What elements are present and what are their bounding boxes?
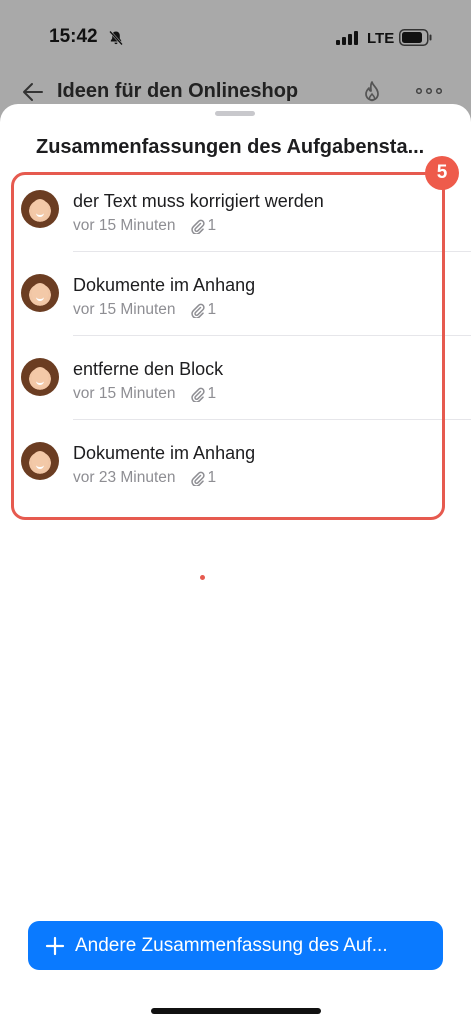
item-time: vor 15 Minuten bbox=[73, 385, 176, 402]
paperclip-icon bbox=[190, 387, 205, 402]
item-title: der Text muss korrigiert werden bbox=[73, 191, 324, 211]
bottom-sheet: Zusammenfassungen des Aufgabensta... der… bbox=[0, 104, 471, 1024]
flame-icon[interactable] bbox=[361, 80, 383, 104]
home-indicator[interactable] bbox=[151, 1008, 321, 1014]
avatar bbox=[21, 442, 59, 480]
item-time: vor 15 Minuten bbox=[73, 301, 176, 318]
avatar bbox=[21, 358, 59, 396]
item-time: vor 23 Minuten bbox=[73, 469, 176, 486]
sheet-title: Zusammenfassungen des Aufgabensta... bbox=[36, 136, 425, 158]
status-bar: 15:42 LTE bbox=[0, 0, 471, 70]
paperclip-icon bbox=[190, 471, 205, 486]
paperclip-icon bbox=[190, 303, 205, 318]
summary-list: der Text muss korrigiert werden vor 15 M… bbox=[0, 168, 471, 504]
sheet-grabber[interactable] bbox=[215, 111, 255, 116]
status-time: 15:42 bbox=[49, 26, 98, 47]
indicator-dot bbox=[200, 575, 205, 580]
item-title: Dokumente im Anhang bbox=[73, 275, 256, 295]
bell-slash-icon bbox=[109, 30, 123, 46]
item-meta: vor 15 Minuten 1 bbox=[73, 385, 216, 403]
avatar bbox=[21, 274, 59, 312]
battery-icon bbox=[399, 29, 432, 46]
item-meta: vor 23 Minuten 1 bbox=[73, 469, 216, 487]
item-time: vor 15 Minuten bbox=[73, 217, 176, 234]
item-meta: vor 15 Minuten 1 bbox=[73, 301, 216, 319]
item-meta: vor 15 Minuten 1 bbox=[73, 217, 216, 235]
signal-icon bbox=[336, 31, 358, 45]
item-title: entferne den Block bbox=[73, 359, 224, 379]
add-other-summary-button[interactable]: Andere Zusammenfassung des Auf... bbox=[28, 921, 443, 970]
list-item[interactable]: entferne den Block vor 15 Minuten 1 bbox=[0, 336, 471, 420]
list-item[interactable]: Dokumente im Anhang vor 15 Minuten 1 bbox=[0, 252, 471, 336]
item-attachments: 1 bbox=[207, 469, 217, 486]
item-attachments: 1 bbox=[207, 385, 217, 402]
list-item[interactable]: Dokumente im Anhang vor 23 Minuten 1 bbox=[0, 420, 471, 504]
page-title: Ideen für den Onlineshop bbox=[57, 80, 299, 102]
plus-icon bbox=[45, 936, 65, 955]
add-other-summary-label: Andere Zusammenfassung des Auf... bbox=[75, 934, 388, 956]
item-title: Dokumente im Anhang bbox=[73, 443, 256, 463]
paperclip-icon bbox=[190, 219, 205, 234]
more-icon[interactable] bbox=[416, 88, 442, 94]
list-item[interactable]: der Text muss korrigiert werden vor 15 M… bbox=[0, 168, 471, 252]
item-attachments: 1 bbox=[207, 217, 217, 234]
step-badge: 5 bbox=[425, 156, 459, 190]
back-arrow-icon[interactable] bbox=[22, 82, 44, 102]
avatar bbox=[21, 190, 59, 228]
network-type: LTE bbox=[367, 30, 395, 47]
item-attachments: 1 bbox=[207, 301, 217, 318]
